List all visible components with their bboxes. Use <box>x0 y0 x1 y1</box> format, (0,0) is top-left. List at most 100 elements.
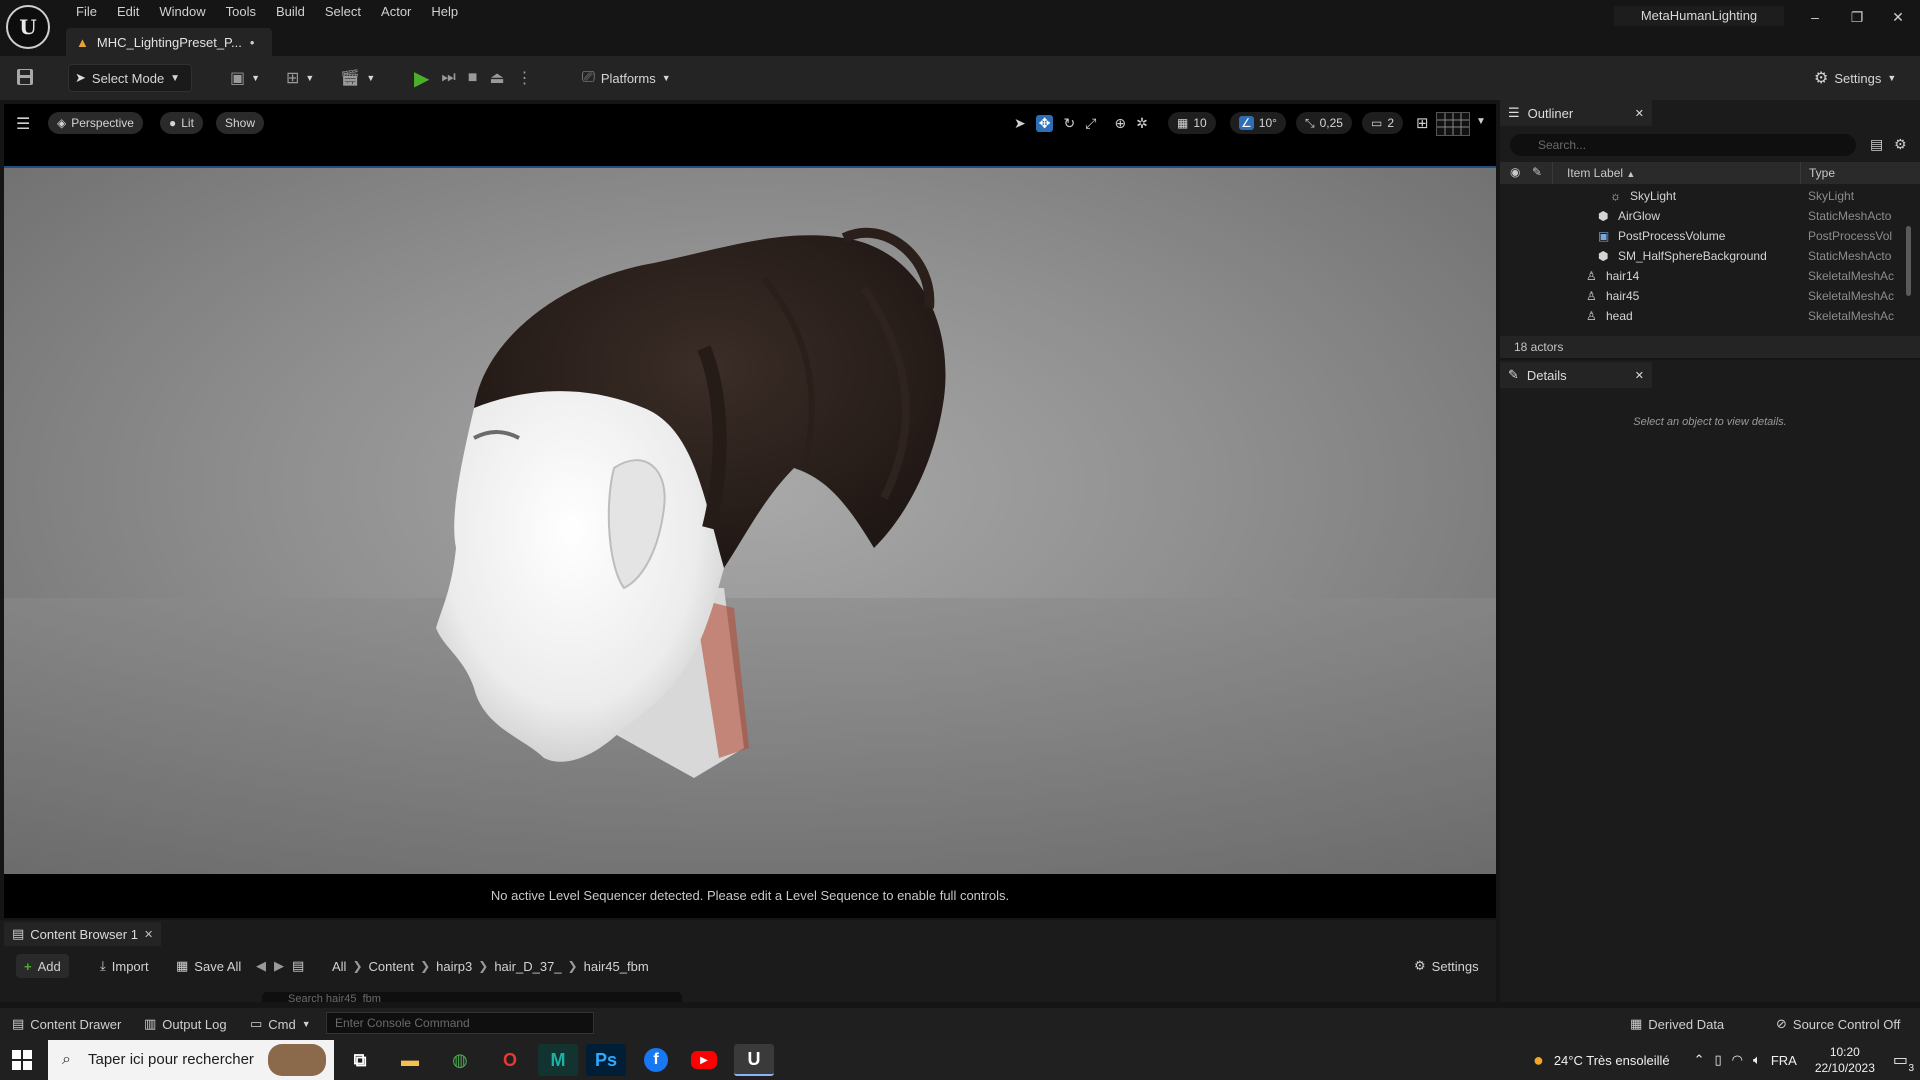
play-icon[interactable]: ▶ <box>414 66 429 91</box>
eject-icon[interactable]: ⏏︎ <box>489 68 504 88</box>
perspective-dropdown[interactable]: ◈ Perspective <box>48 112 143 134</box>
content-drawer-button[interactable]: ▤ Content Drawer <box>6 1012 127 1036</box>
menu-tools[interactable]: Tools <box>216 2 266 22</box>
list-item[interactable]: ♙ hair45 SkeletalMeshAc <box>1500 286 1920 306</box>
list-item[interactable]: ⬢ AirGlow StaticMeshActo <box>1500 206 1920 226</box>
breadcrumb-all[interactable]: All <box>326 959 352 974</box>
close-icon[interactable]: ✕ <box>1635 107 1644 120</box>
outliner-tab[interactable]: ☰ Outliner ✕ <box>1500 100 1652 126</box>
facebook-icon[interactable]: f <box>636 1044 676 1076</box>
unreal-engine-taskbar-icon[interactable]: U <box>734 1044 774 1076</box>
close-icon[interactable]: ✕ <box>144 928 153 941</box>
youtube-icon[interactable]: ▶ <box>684 1044 724 1076</box>
viewport-scene[interactable] <box>4 168 1496 874</box>
details-tab[interactable]: ✎ Details ✕ <box>1500 362 1652 388</box>
breadcrumb-hair-d-37[interactable]: hair_D_37_ <box>488 959 567 974</box>
add-button[interactable]: + Add <box>16 954 69 978</box>
cmd-dropdown[interactable]: ▭ Cmd ▼ <box>244 1012 317 1036</box>
content-browser-settings-button[interactable]: ⚙ Settings <box>1406 954 1487 978</box>
unreal-logo-icon[interactable]: U <box>6 5 50 49</box>
rotate-tool-icon[interactable]: ↻ <box>1063 115 1075 132</box>
gear-icon[interactable]: ⚙ <box>1894 136 1907 153</box>
list-item[interactable]: ☼ SkyLight SkyLight <box>1500 186 1920 206</box>
pin-icon[interactable]: ✎ <box>1532 165 1542 179</box>
chevron-up-icon[interactable]: ⌃ <box>1694 1052 1705 1068</box>
step-forward-icon[interactable]: ⏭︎ <box>441 69 455 87</box>
opera-icon[interactable]: O <box>490 1044 530 1076</box>
chrome-icon[interactable]: ◍ <box>440 1044 480 1076</box>
menu-help[interactable]: Help <box>421 2 468 22</box>
visibility-eye-icon[interactable]: ◉ <box>1510 165 1520 179</box>
derived-data-button[interactable]: ▦ Derived Data <box>1624 1012 1730 1036</box>
chevron-down-icon[interactable]: ▼ <box>1476 116 1486 127</box>
grid-snap-toggle[interactable]: ▦ 10 <box>1168 112 1216 134</box>
camera-speed-button[interactable]: ▭ 2 <box>1362 112 1404 134</box>
more-options-icon[interactable]: ⋮ <box>517 68 533 88</box>
select-mode-dropdown[interactable]: ➤ Select Mode ▼ <box>68 64 192 92</box>
output-log-button[interactable]: ▥ Output Log <box>138 1012 233 1036</box>
item-label-column[interactable]: Item Label ▲ <box>1552 162 1752 184</box>
rotation-snap-toggle[interactable]: ∠ 10° <box>1230 112 1286 134</box>
maximize-button[interactable]: ❐ <box>1840 6 1874 28</box>
language-indicator[interactable]: FRA <box>1771 1053 1797 1068</box>
stop-icon[interactable]: ■ <box>468 69 478 87</box>
world-space-icon[interactable]: ⊕ <box>1114 115 1126 132</box>
breadcrumb-content[interactable]: Content <box>363 959 421 974</box>
menu-actor[interactable]: Actor <box>371 2 421 22</box>
menu-select[interactable]: Select <box>315 2 371 22</box>
move-tool-icon[interactable]: ✥ <box>1035 114 1054 132</box>
battery-icon[interactable]: ▯ <box>1715 1052 1722 1068</box>
menu-build[interactable]: Build <box>266 2 315 22</box>
select-tool-icon[interactable]: ➤ <box>1014 115 1026 132</box>
clock[interactable]: 10:20 22/10/2023 <box>1815 1044 1875 1076</box>
windows-search-input[interactable]: ⌕ Taper ici pour rechercher <box>48 1040 334 1080</box>
windows-start-icon[interactable] <box>12 1050 32 1070</box>
volume-icon[interactable]: 🔈︎ <box>1753 1052 1761 1068</box>
breadcrumb-hairp3[interactable]: hairp3 <box>430 959 478 974</box>
cinematics-button[interactable]: 🎬︎ ▼ <box>334 64 381 92</box>
add-folder-icon[interactable]: ▤ <box>1870 136 1883 153</box>
scale-tool-icon[interactable]: ⤢ <box>1085 115 1096 132</box>
hamburger-menu-icon[interactable]: ☰ <box>16 114 30 134</box>
menu-edit[interactable]: Edit <box>107 2 149 22</box>
file-explorer-icon[interactable]: ▬ <box>390 1044 430 1076</box>
breadcrumb-hair45-fbm[interactable]: hair45_fbm <box>578 959 655 974</box>
scale-snap-toggle[interactable]: ⤡ 0,25 <box>1296 112 1352 134</box>
forward-icon[interactable]: ▶ <box>274 958 284 974</box>
list-item[interactable]: ▣ PostProcessVolume PostProcessVol <box>1500 226 1920 246</box>
menu-file[interactable]: File <box>66 2 107 22</box>
minimize-button[interactable]: – <box>1798 6 1832 28</box>
task-view-icon[interactable]: ⧉ <box>340 1044 380 1076</box>
save-icon[interactable] <box>16 68 34 86</box>
level-tab[interactable]: ▲ MHC_LightingPreset_P... • <box>66 28 272 56</box>
viewport-layout-icon[interactable] <box>1436 112 1470 136</box>
level-viewport[interactable]: ☰ ◈ Perspective ● Lit Show ➤ ✥ ↻ ⤢ ⊕ ✲ ▦… <box>4 104 1496 918</box>
list-item[interactable]: ♙ head SkeletalMeshAc <box>1500 306 1920 326</box>
folder-icon[interactable]: ▤ <box>292 958 304 974</box>
source-control-button[interactable]: ⊘ Source Control Off <box>1770 1012 1906 1036</box>
outliner-scrollbar[interactable] <box>1906 226 1911 296</box>
maya-icon[interactable]: M <box>538 1044 578 1076</box>
content-browser-tab[interactable]: ▤ Content Browser 1 ✕ <box>4 922 162 946</box>
add-content-button[interactable]: ▣ ▼ <box>224 64 266 92</box>
lit-dropdown[interactable]: ● Lit <box>160 112 203 134</box>
notification-icon[interactable]: ▭ 3 <box>1893 1050 1914 1074</box>
close-button[interactable]: ✕ <box>1881 6 1915 28</box>
menu-window[interactable]: Window <box>149 2 215 22</box>
show-dropdown[interactable]: Show <box>216 112 265 134</box>
console-command-input[interactable]: Enter Console Command <box>326 1012 594 1034</box>
wifi-icon[interactable]: ◠ <box>1732 1052 1743 1068</box>
back-icon[interactable]: ◀ <box>256 958 266 974</box>
list-item[interactable]: ⬢ SM_HalfSphereBackground StaticMeshActo <box>1500 246 1920 266</box>
close-icon[interactable]: ✕ <box>1635 369 1644 382</box>
type-column[interactable]: Type <box>1800 162 1835 184</box>
import-button[interactable]: ⤓ Import <box>92 954 157 978</box>
photoshop-icon[interactable]: Ps <box>586 1044 626 1076</box>
list-item[interactable]: ♙ hair14 SkeletalMeshAc <box>1500 266 1920 286</box>
platforms-dropdown[interactable]: ⎚ Platforms ▼ <box>576 64 677 92</box>
maximize-viewport-icon[interactable]: ⊞ <box>1416 114 1429 132</box>
save-all-button[interactable]: ▦ Save All <box>168 954 249 978</box>
asset-search-input[interactable]: Search hair45_fbm <box>262 992 682 1002</box>
weather-text[interactable]: 24°C Très ensoleillé <box>1554 1053 1670 1068</box>
outliner-search-input[interactable]: Search... <box>1510 134 1856 156</box>
